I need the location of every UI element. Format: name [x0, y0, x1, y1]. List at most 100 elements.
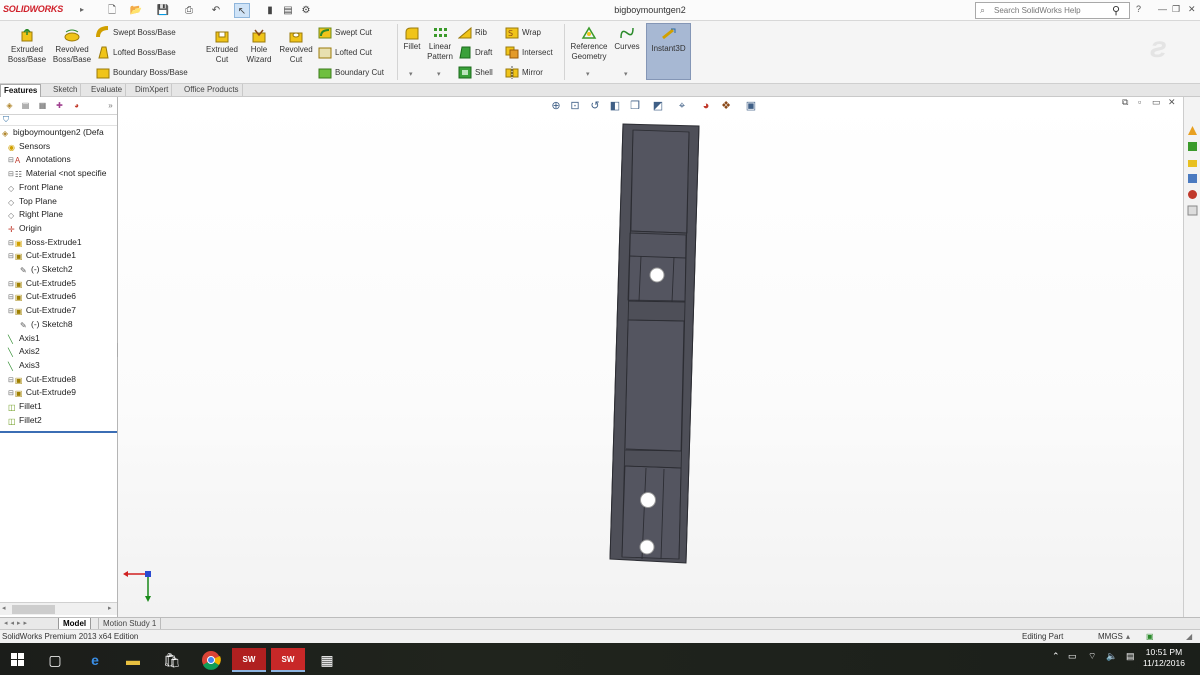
feature-tree-item[interactable]: ◫ Fillet2: [8, 414, 42, 427]
mounting-hole[interactable]: [639, 539, 655, 555]
feature-tree-item[interactable]: ◉ Sensors: [8, 140, 50, 153]
feature-tree-item[interactable]: ⊟▣ Cut-Extrude8: [8, 373, 76, 386]
file-explorer-taskbar-icon[interactable]: ▬: [116, 648, 150, 672]
section-view-icon[interactable]: ◧: [607, 99, 623, 113]
tab-office-products[interactable]: Office Products: [181, 84, 243, 97]
mounting-hole[interactable]: [649, 267, 665, 283]
viewport-minimize-icon[interactable]: ▫: [1138, 97, 1141, 107]
edge-browser-icon[interactable]: e: [78, 648, 112, 672]
fillet-dropdown-icon[interactable]: ▾: [409, 70, 413, 78]
solidworks-active-taskbar-icon[interactable]: SW: [271, 648, 305, 672]
resize-grip-icon[interactable]: ◢: [1186, 632, 1192, 641]
feature-manager-tab-icon[interactable]: ◈: [3, 100, 16, 112]
expand-collapse-icon[interactable]: ⊟: [8, 157, 14, 164]
view-settings-icon[interactable]: ▣: [743, 99, 759, 113]
viewport-close-icon[interactable]: ✕: [1168, 97, 1176, 108]
windows-start-icon[interactable]: [11, 653, 24, 666]
boundary-cut-button[interactable]: Boundary Cut: [318, 65, 384, 80]
feature-tree-item[interactable]: ⊟☷ Material <not specifie: [8, 167, 106, 180]
shell-button[interactable]: Shell: [458, 65, 493, 80]
scroll-right-icon[interactable]: ▸: [108, 604, 112, 612]
expand-collapse-icon[interactable]: ⊟: [8, 281, 14, 288]
extruded-boss-button[interactable]: Extruded Boss/Base: [6, 29, 48, 64]
expand-collapse-icon[interactable]: ⊟: [8, 294, 14, 301]
tab-dimxpert[interactable]: DimXpert: [132, 84, 173, 97]
expand-collapse-icon[interactable]: ⊟: [8, 253, 14, 260]
store-icon[interactable]: 🛍: [155, 648, 189, 672]
custom-properties-icon[interactable]: [1187, 205, 1198, 216]
tab-features[interactable]: Features: [0, 84, 42, 97]
feature-tree-item[interactable]: ✎ (-) Sketch8: [20, 318, 73, 331]
display-style-icon[interactable]: ◩: [650, 99, 666, 113]
hide-show-items-icon[interactable]: ⌖: [674, 99, 690, 113]
feature-tree-item[interactable]: ╲ Axis1: [8, 332, 40, 345]
tab-evaluate[interactable]: Evaluate: [88, 84, 127, 97]
feature-tree-item[interactable]: ⊟▣ Cut-Extrude1: [8, 249, 76, 262]
help-search-input[interactable]: Search SolidWorks Help: [994, 6, 1081, 15]
help-search-box[interactable]: ⌕ Search SolidWorks Help ⚲: [975, 2, 1130, 19]
volume-icon[interactable]: 🔈: [1106, 651, 1117, 662]
display-manager-tab-icon[interactable]: ◕: [70, 100, 83, 112]
expand-collapse-icon[interactable]: ⊟: [8, 390, 14, 397]
previous-view-icon[interactable]: ↺: [587, 99, 603, 113]
feature-tree-item[interactable]: ✎ (-) Sketch2: [20, 263, 73, 276]
wrap-button[interactable]: S Wrap: [505, 25, 541, 40]
feature-tree-item[interactable]: ◇ Right Plane: [8, 208, 63, 221]
calculator-icon[interactable]: ▦: [310, 648, 344, 672]
swept-cut-button[interactable]: Swept Cut: [318, 25, 372, 40]
feature-tree-item[interactable]: ⊟▣ Cut-Extrude5: [8, 277, 76, 290]
solidworks-resources-icon[interactable]: [1187, 125, 1198, 136]
expand-panel-icon[interactable]: »: [104, 100, 117, 112]
scroll-left-icon[interactable]: ◂: [2, 604, 6, 612]
expand-collapse-icon[interactable]: ⊟: [8, 377, 14, 384]
feature-tree-item[interactable]: ◇ Front Plane: [8, 181, 63, 194]
feature-tree-item[interactable]: ⊟▣ Cut-Extrude6: [8, 290, 76, 303]
part-model[interactable]: [606, 121, 706, 566]
fillet-button[interactable]: Fillet: [401, 26, 423, 52]
solidworks-taskbar-icon[interactable]: SW: [232, 648, 266, 672]
property-manager-tab-icon[interactable]: ▤: [19, 100, 32, 112]
zoom-to-fit-icon[interactable]: ⊕: [548, 99, 564, 113]
zoom-to-area-icon[interactable]: ⊡: [567, 99, 583, 113]
mounting-hole[interactable]: [640, 492, 656, 508]
feature-tree-item[interactable]: ╲ Axis2: [8, 345, 40, 358]
hole-wizard-button[interactable]: Hole Wizard: [244, 29, 274, 64]
graphics-area[interactable]: ⊕ ⊡ ↺ ◧ ❒ ◩ ⌖ ◕ ❖ ▣ ⧉ ▫ ▭ ✕: [118, 97, 1183, 617]
revolved-boss-button[interactable]: Revolved Boss/Base: [50, 29, 94, 64]
filter-icon[interactable]: ⛉: [3, 115, 9, 125]
feature-tree-item[interactable]: ⊟▣ Boss-Extrude1: [8, 236, 82, 249]
task-view-icon[interactable]: ▢: [38, 648, 72, 672]
taskbar-clock[interactable]: 10:51 PM 11/12/2016: [1140, 647, 1188, 669]
feature-tree-item[interactable]: ⊟A Annotations: [8, 153, 71, 166]
reference-geometry-dropdown-icon[interactable]: ▾: [586, 70, 590, 78]
reference-geometry-button[interactable]: Reference Geometry: [568, 26, 610, 61]
configuration-manager-tab-icon[interactable]: ▦: [36, 100, 49, 112]
appearances-scenes-icon[interactable]: [1187, 189, 1198, 200]
minimize-window-icon[interactable]: —: [1158, 4, 1167, 14]
feature-tree-item[interactable]: ⊟▣ Cut-Extrude9: [8, 386, 76, 399]
rebuild-status-icon[interactable]: ▣: [1146, 632, 1154, 641]
feature-tree-item[interactable]: ◫ Fillet1: [8, 400, 42, 413]
units-dropdown-icon[interactable]: ▴: [1126, 632, 1130, 641]
view-palette-icon[interactable]: [1187, 173, 1198, 184]
chrome-icon[interactable]: [194, 648, 228, 672]
show-hidden-icons-icon[interactable]: ⌃: [1052, 651, 1060, 662]
help-icon[interactable]: ?: [1136, 4, 1141, 14]
network-icon[interactable]: ⌔: [1088, 651, 1096, 662]
lofted-cut-button[interactable]: Lofted Cut: [318, 45, 372, 60]
tab-scroll-arrows-icon[interactable]: ◂◂▸▸: [4, 619, 30, 627]
close-window-icon[interactable]: ✕: [1188, 4, 1196, 15]
feature-tree-item[interactable]: ◈ bigboymountgen2 (Defa: [2, 126, 104, 139]
viewport-tile-icon[interactable]: ⧉: [1122, 97, 1128, 108]
apply-scene-icon[interactable]: ❖: [718, 99, 734, 113]
feature-tree-item[interactable]: ⊟▣ Cut-Extrude7: [8, 304, 76, 317]
curves-dropdown-icon[interactable]: ▾: [624, 70, 628, 78]
lofted-boss-button[interactable]: Lofted Boss/Base: [96, 45, 176, 60]
expand-collapse-icon[interactable]: ⊟: [8, 308, 14, 315]
viewport-restore-icon[interactable]: ▭: [1152, 97, 1161, 108]
rib-button[interactable]: Rib: [458, 25, 487, 40]
boundary-boss-button[interactable]: Boundary Boss/Base: [96, 65, 188, 80]
action-center-icon[interactable]: ▤: [1126, 651, 1135, 662]
design-library-icon[interactable]: [1187, 141, 1198, 152]
swept-boss-button[interactable]: Swept Boss/Base: [96, 25, 176, 40]
